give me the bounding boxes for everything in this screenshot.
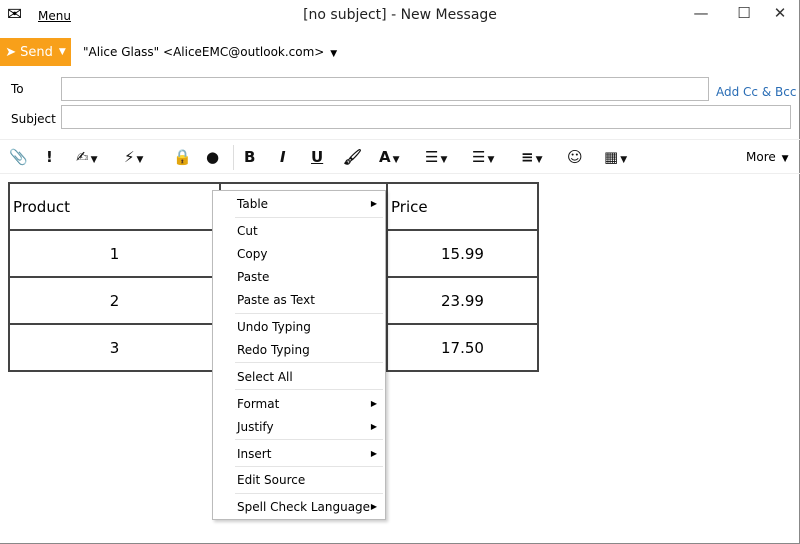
table-cell[interactable]: 2: [8, 276, 221, 325]
toolbar-divider: [233, 145, 234, 170]
more-button[interactable]: More ▼: [746, 150, 789, 164]
menu-item-label: Paste: [237, 270, 270, 284]
attach-icon[interactable]: 📎: [9, 148, 28, 166]
signature-icon[interactable]: ✍ ▼: [76, 148, 98, 166]
align-icon[interactable]: ≡ ▼: [521, 148, 543, 166]
menu-item-label: Select All: [237, 370, 293, 384]
submenu-arrow-icon: ▶: [370, 449, 377, 458]
submenu-arrow-icon: ▶: [370, 399, 377, 408]
menu-separator: [235, 493, 383, 494]
from-selector[interactable]: "Alice Glass" <AliceEMC@outlook.com> ▼: [83, 45, 337, 59]
lock-icon[interactable]: 🔒: [173, 148, 192, 166]
close-button[interactable]: ✕: [765, 4, 795, 22]
compose-window: ✉ Menu [no subject] - New Message — ☐ ✕ …: [0, 0, 800, 544]
menu-item-spell-check-language[interactable]: Spell Check Language ▶: [237, 496, 383, 518]
menu-separator: [235, 439, 383, 440]
menu-item-label: Undo Typing: [237, 320, 311, 334]
menu-item-label: Insert: [237, 447, 272, 461]
menu-item-copy[interactable]: Copy: [237, 243, 383, 265]
bold-icon[interactable]: B: [244, 148, 255, 166]
menu-item-label: Spell Check Language: [237, 500, 371, 514]
menu-separator: [235, 389, 383, 390]
format-toolbar: 📎 ! ✍ ▼ ⚡ ▼ 🔒 ● B I U 🖌 A ▼ ☰ ▼ ☰ ▼ ≡ ▼ ☺ ▦ ▼ M…: [0, 139, 800, 174]
menu-item-table[interactable]: Table ▶: [237, 193, 383, 215]
minimize-button[interactable]: —: [686, 4, 716, 22]
menu-separator: [235, 217, 383, 218]
menu-item-paste[interactable]: Paste: [237, 266, 383, 288]
send-button[interactable]: ➤ Send ▼: [0, 38, 71, 66]
format-painter-icon[interactable]: 🖌: [343, 148, 362, 166]
table-cell[interactable]: Price: [386, 182, 539, 231]
subject-field[interactable]: [61, 105, 791, 129]
menu-item-undo-typing[interactable]: Undo Typing: [237, 316, 383, 338]
send-icon: ➤: [5, 44, 17, 60]
table-cell[interactable]: Product: [8, 182, 221, 231]
table-cell[interactable]: 3: [8, 323, 221, 372]
italic-icon[interactable]: I: [280, 148, 286, 166]
bullet-list-icon[interactable]: ☰ ▼: [425, 148, 447, 166]
certificate-icon[interactable]: ●: [206, 148, 219, 166]
menu-separator: [235, 313, 383, 314]
submenu-arrow-icon: ▶: [370, 199, 377, 208]
importance-icon[interactable]: !: [46, 148, 53, 166]
emoji-icon[interactable]: ☺: [567, 148, 583, 166]
menu-separator: [235, 362, 383, 363]
menu-item-label: Justify: [237, 420, 274, 434]
send-label: Send: [20, 44, 53, 60]
table-icon[interactable]: ▦ ▼: [604, 148, 627, 166]
menu-item-label: Copy: [237, 247, 268, 261]
menu-item-redo-typing[interactable]: Redo Typing: [237, 339, 383, 361]
menu-item-paste-as-text[interactable]: Paste as Text: [237, 289, 383, 311]
menu-item-format[interactable]: Format ▶: [237, 393, 383, 415]
menu-item-label: Paste as Text: [237, 293, 315, 307]
submenu-arrow-icon: ▶: [370, 502, 377, 511]
window-title: [no subject] - New Message: [303, 7, 497, 23]
font-color-icon[interactable]: A ▼: [379, 148, 400, 166]
chevron-down-icon: ▼: [58, 47, 66, 57]
to-label: To: [11, 82, 24, 96]
menu-item-insert[interactable]: Insert ▶: [237, 443, 383, 465]
menu-item-label: Edit Source: [237, 473, 306, 487]
underline-icon[interactable]: U: [311, 148, 323, 166]
menu-item-label: Format: [237, 397, 280, 411]
context-menu: Table ▶ Cut Copy Paste Paste as Text Undo Typi…: [212, 190, 386, 520]
table-cell[interactable]: 1: [8, 229, 221, 278]
menu-item-label: Redo Typing: [237, 343, 310, 357]
table-cell[interactable]: 23.99: [386, 276, 539, 325]
maximize-button[interactable]: ☐: [729, 4, 759, 22]
menu-item-select-all[interactable]: Select All: [237, 366, 383, 388]
menu-item-cut[interactable]: Cut: [237, 220, 383, 242]
add-cc-bcc-link[interactable]: Add Cc & Bcc: [716, 85, 796, 99]
menu-item-justify[interactable]: Justify ▶: [237, 416, 383, 438]
menu-separator: [235, 466, 383, 467]
submenu-arrow-icon: ▶: [370, 422, 377, 431]
table-cell[interactable]: 17.50: [386, 323, 539, 372]
chevron-down-icon: ▼: [330, 49, 338, 59]
numbered-list-icon[interactable]: ☰ ▼: [472, 148, 494, 166]
menu-item-edit-source[interactable]: Edit Source: [237, 469, 383, 491]
to-field[interactable]: [61, 77, 709, 101]
quick-text-icon[interactable]: ⚡ ▼: [124, 148, 143, 166]
table-cell[interactable]: 15.99: [386, 229, 539, 278]
menu-item-label: Cut: [237, 224, 258, 238]
from-address: "Alice Glass" <AliceEMC@outlook.com>: [83, 45, 325, 59]
menu-item-label: Table: [237, 197, 269, 211]
subject-label: Subject: [11, 112, 56, 126]
